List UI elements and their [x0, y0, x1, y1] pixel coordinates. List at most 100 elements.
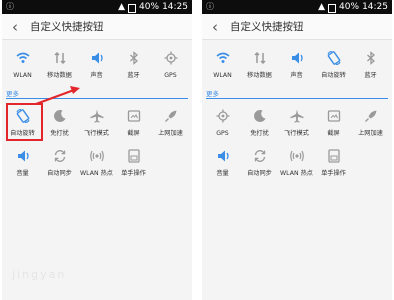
toggle-tile-auto-rotate[interactable]: 自动旋转: [315, 44, 352, 84]
toggle-tile-one-hand[interactable]: 单手操作: [315, 142, 352, 182]
clock: 14:25: [162, 2, 188, 12]
toggle-tile-one-hand[interactable]: 单手操作: [115, 142, 152, 182]
hotspot-icon: [89, 150, 104, 162]
signal-icon: ▲: [118, 2, 126, 12]
toggle-label: 移动数据: [247, 72, 272, 79]
toggle-tile-rocket[interactable]: 上网加速: [352, 102, 389, 142]
toggle-tile-hotspot[interactable]: WLAN 热点: [278, 142, 315, 182]
bluetooth-icon: [366, 51, 375, 65]
bluetooth-icon: [129, 51, 138, 65]
toggle-tile-wifi[interactable]: WLAN: [4, 44, 41, 84]
wifi-icon: [215, 52, 230, 63]
toggle-label: 上网加速: [158, 130, 183, 137]
highlight-box: [6, 103, 43, 141]
volume-icon: [217, 150, 229, 162]
title-bar: ‹ 自定义快捷按钮: [2, 14, 192, 40]
toggle-tile-wifi[interactable]: WLAN: [204, 44, 241, 84]
toggle-label: GPS: [164, 72, 177, 79]
back-button[interactable]: ‹: [206, 18, 224, 36]
toggle-label: 单手操作: [321, 170, 346, 177]
hotspot-icon: [289, 150, 304, 162]
toggle-label: 飞行模式: [84, 130, 109, 137]
toggle-label: 自动旋转: [321, 72, 346, 79]
toggle-label: 自动同步: [47, 170, 72, 177]
section-divider: [206, 98, 388, 99]
gps-icon: [216, 109, 229, 123]
volume-icon: [17, 150, 29, 162]
toggle-label: 音量: [216, 170, 229, 177]
toggle-tile-volume[interactable]: 音量: [4, 142, 41, 182]
toggle-tile-screenshot[interactable]: 截屏: [315, 102, 352, 142]
toggle-tile-airplane[interactable]: 飞行模式: [278, 102, 315, 142]
mobile-data-icon: [53, 51, 66, 65]
toggle-label: GPS: [216, 130, 229, 137]
chevron-left-icon: ‹: [12, 18, 18, 36]
right-phone-screen: ⓘ ▲ 40% 14:25 ‹ 自定义快捷按钮 WLAN 移动数据 声音 自动旋转 蓝牙…: [202, 0, 392, 300]
toggle-label: 截屏: [127, 130, 140, 137]
back-button[interactable]: ‹: [6, 18, 24, 36]
battery-level: 40%: [139, 2, 160, 12]
status-bar: ⓘ ▲ 40% 14:25: [2, 0, 192, 14]
toggle-label: 蓝牙: [364, 72, 377, 79]
page-title: 自定义快捷按钮: [230, 21, 304, 33]
toggle-label: 免打扰: [50, 130, 69, 137]
toggle-tile-mobile-data[interactable]: 移动数据: [41, 44, 78, 84]
toggle-tile-rocket[interactable]: 上网加速: [152, 102, 189, 142]
toggle-label: 声音: [90, 72, 103, 79]
toggle-label: 移动数据: [47, 72, 72, 79]
chevron-left-icon: ‹: [212, 18, 218, 36]
toggle-tile-sound[interactable]: 声音: [278, 44, 315, 84]
toggle-label: 截屏: [327, 130, 340, 137]
toggle-label: 蓝牙: [127, 72, 140, 79]
airplane-icon: [290, 109, 303, 123]
do-not-disturb-icon: [253, 109, 265, 122]
sync-icon: [54, 150, 65, 162]
toggle-tile-do-not-disturb[interactable]: 免打扰: [241, 102, 278, 142]
clock: 14:25: [362, 2, 388, 12]
battery-level: 40%: [339, 2, 360, 12]
airplane-icon: [90, 109, 103, 123]
toggle-tile-sync[interactable]: 自动同步: [241, 142, 278, 182]
sound-icon: [91, 52, 103, 64]
toggle-label: WLAN 热点: [280, 170, 313, 177]
gps-icon: [164, 51, 177, 65]
toggle-label: 单手操作: [121, 170, 146, 177]
toggle-tile-airplane[interactable]: 飞行模式: [78, 102, 115, 142]
toggle-tile-bluetooth[interactable]: 蓝牙: [115, 44, 152, 84]
toggle-tile-bluetooth[interactable]: 蓝牙: [352, 44, 389, 84]
screenshot-icon: [127, 110, 140, 122]
toggle-tile-hotspot[interactable]: WLAN 热点: [78, 142, 115, 182]
notification-icon: ⓘ: [6, 2, 14, 11]
more-toggle-grid: GPS 免打扰 飞行模式 截屏 上网加速音量 自动同步 WLAN 热点 单手操作: [204, 102, 390, 182]
toggle-tile-mobile-data[interactable]: 移动数据: [241, 44, 278, 84]
watermark: jingyan: [12, 268, 67, 281]
active-toggle-grid: WLAN 移动数据 声音 自动旋转 蓝牙: [204, 44, 390, 84]
toggle-label: 自动同步: [247, 170, 272, 177]
toggle-tile-sync[interactable]: 自动同步: [41, 142, 78, 182]
toggle-tile-gps[interactable]: GPS: [152, 44, 189, 84]
sync-icon: [254, 150, 265, 162]
screenshot-icon: [327, 110, 340, 122]
toggle-label: WLAN: [13, 72, 32, 79]
page-title: 自定义快捷按钮: [30, 21, 104, 33]
signal-icon: ▲: [318, 2, 326, 12]
toggle-label: 上网加速: [358, 130, 383, 137]
wifi-icon: [15, 52, 30, 63]
toggle-tile-screenshot[interactable]: 截屏: [115, 102, 152, 142]
toggle-tile-gps[interactable]: GPS: [204, 102, 241, 142]
more-section-label: 更多: [6, 90, 19, 98]
section-divider: [6, 98, 188, 99]
screenshot-composite: ⓘ ▲ 40% 14:25 ‹ 自定义快捷按钮 WLAN 移动数据 声音 蓝牙 GPS …: [0, 0, 394, 300]
mobile-data-icon: [253, 51, 266, 65]
one-hand-icon: [127, 149, 140, 163]
toggle-label: WLAN 热点: [80, 170, 113, 177]
toggle-label: 免打扰: [250, 130, 269, 137]
do-not-disturb-icon: [53, 109, 65, 122]
toggle-tile-volume[interactable]: 音量: [204, 142, 241, 182]
auto-rotate-icon: [326, 50, 341, 66]
sound-icon: [291, 52, 303, 64]
toggle-tile-sound[interactable]: 声音: [78, 44, 115, 84]
toggle-tile-do-not-disturb[interactable]: 免打扰: [41, 102, 78, 142]
status-bar: ⓘ ▲ 40% 14:25: [202, 0, 392, 14]
toggle-label: 声音: [290, 72, 303, 79]
